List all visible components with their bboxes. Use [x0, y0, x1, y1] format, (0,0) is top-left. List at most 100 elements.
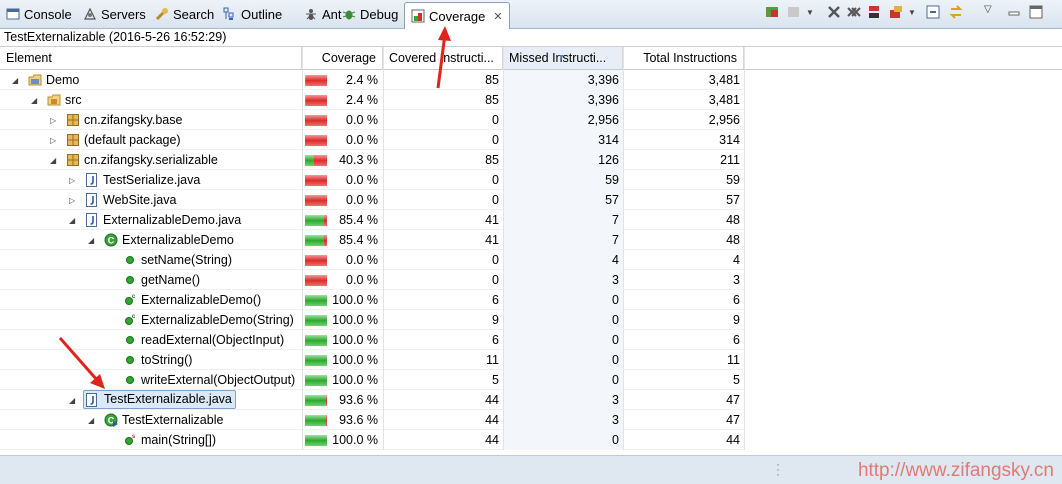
- element-name[interactable]: readExternal(ObjectInput): [141, 330, 284, 350]
- tree-expanded-icon[interactable]: ◢: [88, 236, 94, 245]
- element-name[interactable]: TestExternalizable: [122, 410, 223, 430]
- ant-icon: [304, 7, 318, 21]
- view-menu-icon[interactable]: ▽: [984, 4, 1000, 20]
- coverage-session-label[interactable]: TestExternalizable (2016-5-26 16:52:29): [0, 29, 1062, 46]
- package-icon: [66, 153, 80, 167]
- table-row[interactable]: ▷ cn.zifangsky.base 0.0 % 0 2,956 2,956: [0, 110, 744, 130]
- tab-label: Search: [173, 6, 215, 22]
- coverage-bar: [305, 255, 327, 266]
- tab-debug[interactable]: Debug: [342, 3, 398, 25]
- element-name[interactable]: ExternalizableDemo(String): [141, 310, 294, 330]
- column-header-total[interactable]: Total Instructions: [623, 47, 744, 69]
- tree-expanded-icon[interactable]: ◢: [50, 156, 56, 165]
- tree-collapsed-icon[interactable]: ▷: [69, 176, 75, 185]
- table-row[interactable]: c ExternalizableDemo(String) 100.0 % 9 0 9: [0, 310, 744, 330]
- element-name[interactable]: setName(String): [141, 250, 232, 270]
- missed-instructions: 0: [612, 333, 619, 347]
- tree-collapsed-icon[interactable]: ▷: [69, 196, 75, 205]
- covered-bar: [305, 375, 327, 386]
- table-row[interactable]: ◢ ExternalizableDemo.java 85.4 % 41 7 48: [0, 210, 744, 230]
- element-name[interactable]: ExternalizableDemo.java: [103, 210, 241, 230]
- table-row[interactable]: s main(String[]) 100.0 % 44 0 44: [0, 430, 744, 450]
- tab-label: Servers: [101, 6, 146, 22]
- column-header-element[interactable]: Element: [0, 47, 302, 69]
- column-header-coverage[interactable]: Coverage: [302, 47, 383, 69]
- missed-instructions: 2,956: [587, 113, 619, 127]
- coverage-table: Element Coverage Covered Instructi... Mi…: [0, 46, 1062, 455]
- element-name[interactable]: writeExternal(ObjectOutput): [141, 370, 295, 390]
- element-name[interactable]: Demo: [46, 70, 79, 90]
- link-with-editor-icon[interactable]: [948, 4, 964, 20]
- missed-instructions: 3: [612, 273, 619, 287]
- tab-outline[interactable]: Outline: [223, 3, 282, 25]
- table-row[interactable]: ◢ cn.zifangsky.serializable 40.3 % 85 126 211: [0, 150, 744, 170]
- covered-instructions: 0: [492, 113, 499, 127]
- maximize-icon[interactable]: [1028, 4, 1044, 20]
- dump-execution-data-icon[interactable]: [888, 4, 904, 20]
- element-name[interactable]: (default package): [84, 130, 181, 150]
- total-instructions: 5: [733, 373, 740, 387]
- table-row[interactable]: ◢ src 2.4 % 85 3,396 3,481: [0, 90, 744, 110]
- servers-icon: [83, 7, 97, 21]
- tree-collapsed-icon[interactable]: ▷: [50, 136, 56, 145]
- tree-expanded-icon[interactable]: ◢: [88, 416, 94, 425]
- tab-console[interactable]: Console: [6, 3, 72, 25]
- merge-sessions-icon[interactable]: [866, 4, 882, 20]
- covered-bar: [305, 315, 327, 326]
- missed-bar: [324, 215, 327, 226]
- table-row[interactable]: ▷ (default package) 0.0 % 0 314 314: [0, 130, 744, 150]
- table-row[interactable]: ▷ TestSerialize.java 0.0 % 0 59 59: [0, 170, 744, 190]
- coverage-bar: [305, 295, 327, 306]
- table-row[interactable]: ◢ C ExternalizableDemo 85.4 % 41 7 48: [0, 230, 744, 250]
- import-session-icon[interactable]: [786, 4, 802, 20]
- covered-bar: [305, 355, 327, 366]
- table-row[interactable]: ◢ Demo 2.4 % 85 3,396 3,481: [0, 70, 744, 90]
- coverage-percent: 2.4 %: [346, 93, 378, 107]
- total-instructions: 48: [726, 213, 740, 227]
- element-name[interactable]: WebSite.java: [103, 190, 176, 210]
- relaunch-icon[interactable]: [764, 4, 780, 20]
- outline-icon: [223, 7, 237, 21]
- covered-bar: [305, 435, 327, 446]
- method-icon: [123, 353, 137, 367]
- covered-instructions: 0: [492, 253, 499, 267]
- element-name[interactable]: main(String[]): [141, 430, 216, 450]
- coverage-percent: 85.4 %: [339, 233, 378, 247]
- element-name[interactable]: cn.zifangsky.serializable: [84, 150, 218, 170]
- coverage-bar: [305, 335, 327, 346]
- svg-text:s: s: [132, 434, 136, 440]
- table-row[interactable]: ◢ C TestExternalizable 93.6 % 44 3 47: [0, 410, 744, 430]
- chevron-down-icon[interactable]: ▼: [908, 8, 924, 24]
- tree-expanded-icon[interactable]: ◢: [69, 216, 75, 225]
- tab-ant[interactable]: Ant: [304, 3, 342, 25]
- missed-instructions: 0: [612, 373, 619, 387]
- missed-bar: [326, 415, 327, 426]
- tab-search[interactable]: Search: [155, 3, 214, 25]
- coverage-percent: 0.0 %: [346, 113, 378, 127]
- element-name[interactable]: toString(): [141, 350, 192, 370]
- table-row[interactable]: getName() 0.0 % 0 3 3: [0, 270, 744, 290]
- column-header-missed[interactable]: Missed Instructi... ▼: [503, 47, 623, 69]
- element-name[interactable]: ExternalizableDemo(): [141, 290, 261, 310]
- minimize-icon[interactable]: [1006, 4, 1022, 20]
- table-row[interactable]: c ExternalizableDemo() 100.0 % 6 0 6: [0, 290, 744, 310]
- tree-collapsed-icon[interactable]: ▷: [50, 116, 56, 125]
- remove-all-sessions-icon[interactable]: [846, 4, 862, 20]
- class-icon: C: [104, 233, 118, 247]
- table-row[interactable]: ▷ WebSite.java 0.0 % 0 57 57: [0, 190, 744, 210]
- chevron-down-icon[interactable]: ▼: [806, 8, 822, 24]
- tab-label: Outline: [241, 6, 283, 22]
- tree-expanded-icon[interactable]: ◢: [12, 76, 18, 85]
- element-name[interactable]: getName(): [141, 270, 200, 290]
- table-header: Element Coverage Covered Instructi... Mi…: [0, 47, 1062, 70]
- element-name[interactable]: src: [65, 90, 82, 110]
- tab-servers[interactable]: Servers: [83, 3, 146, 25]
- element-name[interactable]: ExternalizableDemo: [122, 230, 234, 250]
- remove-session-icon[interactable]: [826, 4, 842, 20]
- element-name[interactable]: TestSerialize.java: [103, 170, 200, 190]
- element-name[interactable]: cn.zifangsky.base: [84, 110, 182, 130]
- close-icon[interactable]: ✕: [493, 10, 502, 23]
- table-row[interactable]: setName(String) 0.0 % 0 4 4: [0, 250, 744, 270]
- tree-expanded-icon[interactable]: ◢: [31, 96, 37, 105]
- collapse-all-icon[interactable]: [926, 4, 942, 20]
